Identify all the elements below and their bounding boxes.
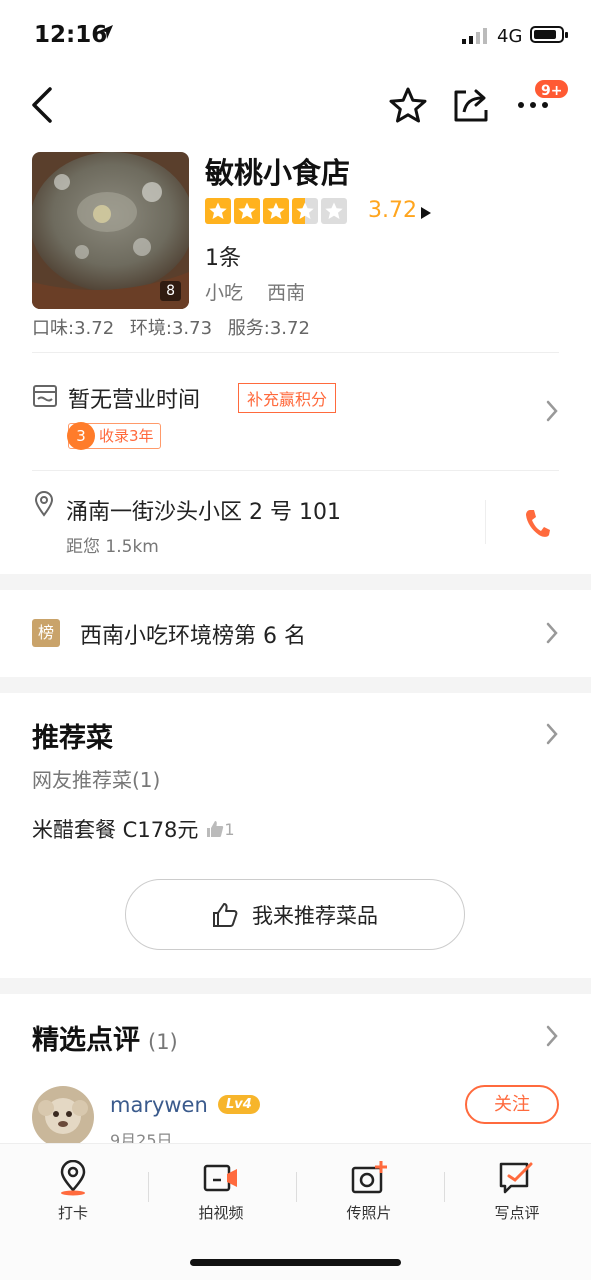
rank-text[interactable]: 西南小吃环境榜第 6 名 (80, 618, 306, 650)
checkin-pin-icon (60, 1160, 86, 1196)
rating-star (234, 198, 260, 224)
star-rating (205, 198, 347, 224)
taste-score: 口味:3.72 (32, 318, 115, 339)
chevron-right-icon[interactable] (546, 622, 558, 648)
tab-label: 传照片 (346, 1204, 392, 1222)
shop-photo[interactable]: 8 (32, 152, 189, 309)
recommend-button-label: 我来推荐菜品 (252, 903, 378, 928)
recommend-dish-button[interactable]: 我来推荐菜品 (125, 879, 465, 950)
tab-separator (296, 1172, 297, 1202)
home-indicator (190, 1259, 401, 1266)
status-bar: 12:16 4G (0, 0, 591, 70)
rating-star (263, 198, 289, 224)
section-gap (0, 574, 591, 590)
chevron-right-icon[interactable] (546, 1025, 558, 1051)
avatar[interactable] (32, 1086, 94, 1148)
signal-icon (462, 28, 490, 48)
rating-star (292, 198, 318, 224)
rating-star (321, 198, 347, 224)
tab-video[interactable]: 拍视频 (171, 1160, 271, 1223)
section-gap (0, 978, 591, 994)
tab-photo[interactable]: 传照片 (319, 1160, 419, 1223)
dish-like-count: 1 (224, 819, 235, 839)
chevron-right-icon[interactable] (546, 400, 558, 426)
service-score: 服务:3.72 (227, 318, 310, 339)
photo-count: 8 (160, 281, 181, 301)
write-review-icon (499, 1162, 533, 1194)
business-hours[interactable]: 暂无营业时间 (68, 382, 200, 414)
video-icon (203, 1164, 237, 1192)
review-count[interactable]: 1条 (205, 240, 241, 272)
caret-right-icon[interactable] (420, 205, 432, 224)
category: 小吃 (205, 282, 244, 304)
recommended-dish[interactable]: 米醋套餐 C178元 1 (32, 814, 235, 844)
supplement-points-tag[interactable]: 补充赢积分 (238, 383, 337, 413)
tab-label: 拍视频 (198, 1204, 244, 1222)
recommend-title: 推荐菜 (32, 723, 113, 754)
tab-separator (148, 1172, 149, 1202)
star-icon[interactable] (388, 86, 428, 128)
dish-likes: 1 (206, 819, 235, 839)
divider (32, 470, 559, 471)
section-gap (0, 677, 591, 693)
location-pin-icon (34, 491, 54, 521)
follow-button[interactable]: 关注 (465, 1085, 559, 1124)
location-arrow-icon (98, 24, 114, 44)
network-type: 4G (497, 26, 523, 47)
share-icon[interactable] (452, 86, 490, 128)
dish-name: 米醋套餐 C178元 (32, 818, 199, 842)
rank-badge: 榜 (32, 619, 60, 647)
status-time: 12:16 (34, 22, 108, 48)
tab-separator (444, 1172, 445, 1202)
shop-categories: 小吃 西南 (205, 278, 323, 305)
area: 西南 (267, 282, 306, 304)
shop-name: 敏桃小食店 (205, 156, 351, 190)
thumbs-up-icon (213, 902, 238, 927)
battery-icon (530, 26, 568, 43)
chevron-right-icon[interactable] (546, 723, 558, 749)
rating-star (205, 198, 231, 224)
notification-badge: 9+ (533, 78, 571, 100)
user-level-badge: Lv4 (218, 1095, 260, 1114)
reviews-header: 精选点评 (1) (32, 1018, 178, 1057)
photo-upload-icon (351, 1161, 387, 1194)
sub-scores: 口味:3.72 环境:3.73 服务:3.72 (32, 314, 320, 340)
shop-front-icon (32, 384, 58, 412)
reviews-title: 精选点评 (32, 1025, 140, 1056)
recommend-subtitle: 网友推荐菜(1) (32, 768, 161, 792)
collected-years-badge: 3 收录3年 (67, 422, 161, 450)
tab-label: 写点评 (494, 1204, 540, 1222)
collect-label: 收录3年 (99, 427, 154, 445)
tab-checkin[interactable]: 打卡 (23, 1160, 123, 1223)
shop-address[interactable]: 涌南一街沙头小区 2 号 101 (66, 494, 341, 526)
tab-write-review[interactable]: 写点评 (467, 1160, 567, 1223)
environment-score: 环境:3.73 (129, 318, 213, 339)
distance: 距您 1.5km (66, 537, 159, 557)
divider (32, 352, 559, 353)
collect-number: 3 (67, 422, 95, 450)
separator (485, 500, 486, 544)
phone-icon[interactable] (524, 508, 550, 542)
thumbs-up-icon (207, 821, 224, 837)
reviewer-name[interactable]: marywen (110, 1093, 208, 1117)
reviews-count: (1) (148, 1030, 178, 1054)
tab-label: 打卡 (57, 1204, 88, 1222)
back-arrow-icon[interactable] (28, 86, 58, 128)
rating-score[interactable]: 3.72 (368, 198, 417, 223)
